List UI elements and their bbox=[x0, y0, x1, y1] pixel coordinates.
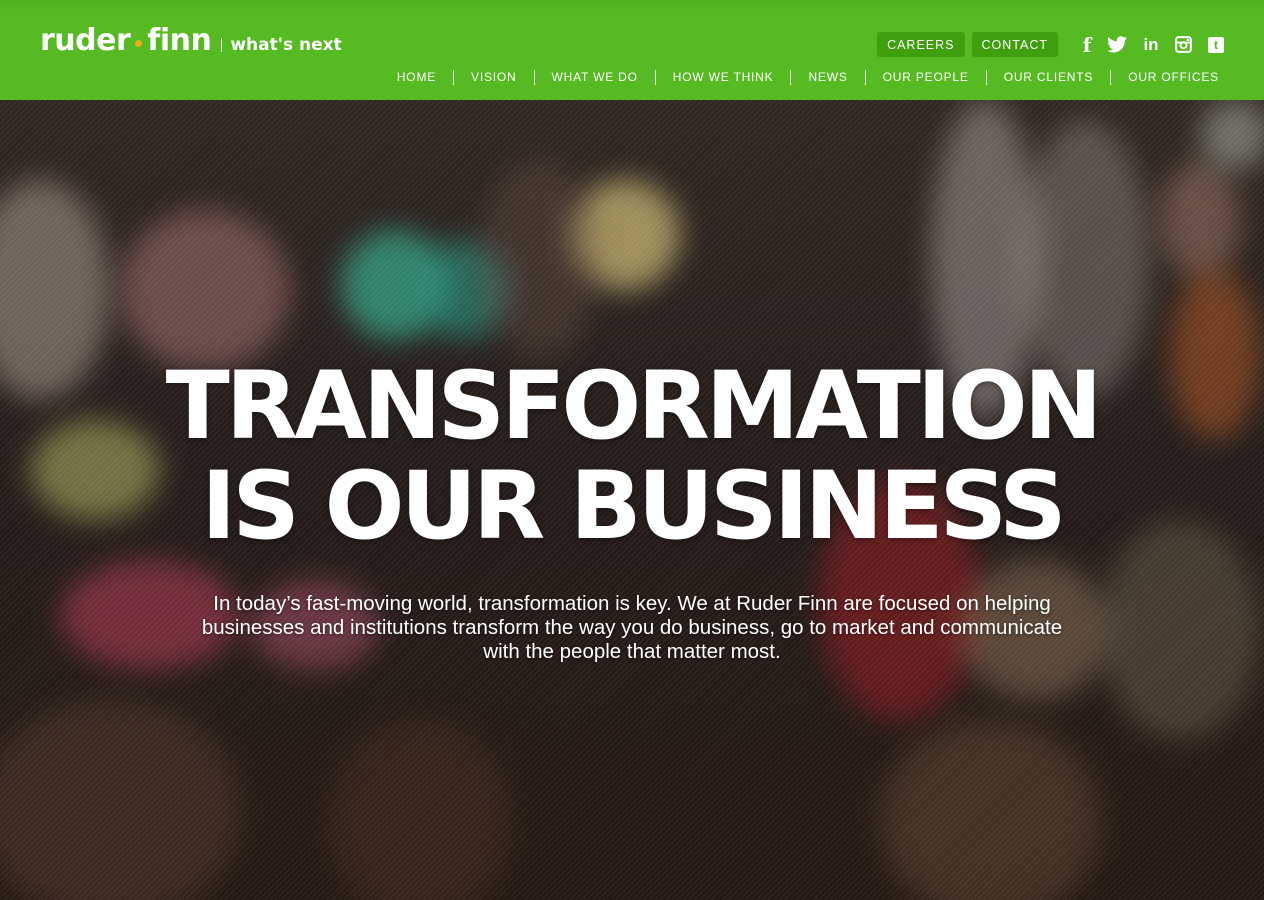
tumblr-icon[interactable]: t bbox=[1208, 36, 1224, 53]
site-logo[interactable]: ruder finn what's next bbox=[40, 22, 342, 56]
instagram-icon[interactable] bbox=[1175, 34, 1192, 56]
nav-item-home[interactable]: HOME bbox=[380, 70, 453, 85]
nav-item-vision[interactable]: VISION bbox=[453, 70, 533, 85]
nav-item-news[interactable]: NEWS bbox=[790, 70, 864, 85]
contact-button[interactable]: CONTACT bbox=[971, 32, 1058, 57]
logo-ruder: ruder bbox=[40, 23, 131, 58]
utility-bar: CAREERS CONTACT f in t bbox=[877, 32, 1224, 57]
site-header: ruder finn what's next CAREERS CONTACT f… bbox=[0, 0, 1264, 100]
logo-divider bbox=[221, 38, 223, 52]
nav-item-our-people[interactable]: OUR PEOPLE bbox=[864, 70, 986, 85]
nav-item-what-we-do[interactable]: WHAT WE DO bbox=[533, 70, 655, 85]
nav-item-how-we-think[interactable]: HOW WE THINK bbox=[654, 70, 791, 85]
linkedin-icon[interactable]: in bbox=[1142, 34, 1160, 56]
nav-item-our-clients[interactable]: OUR CLIENTS bbox=[985, 70, 1110, 85]
social-links: f in t bbox=[1067, 33, 1224, 57]
twitter-icon[interactable] bbox=[1107, 34, 1127, 56]
nav-item-our-offices[interactable]: OUR OFFICES bbox=[1110, 70, 1219, 85]
hero-intro-text: In today’s fast-moving world, transforma… bbox=[201, 592, 1063, 663]
facebook-icon[interactable]: f bbox=[1082, 33, 1092, 57]
main-nav: HOME VISION WHAT WE DO HOW WE THINK NEWS… bbox=[380, 70, 1219, 85]
careers-button[interactable]: CAREERS bbox=[877, 32, 965, 57]
logo-tagline: what's next bbox=[230, 35, 342, 55]
hero-headline-line1: TRANSFORMATION bbox=[165, 352, 1103, 461]
logo-dot-icon bbox=[135, 40, 143, 47]
hero-section: TRANSFORMATION IS OUR BUSINESS In today’… bbox=[0, 100, 1264, 900]
logo-finn: finn bbox=[147, 23, 212, 58]
hero-headline-line2: IS OUR BUSINESS bbox=[201, 452, 1066, 561]
